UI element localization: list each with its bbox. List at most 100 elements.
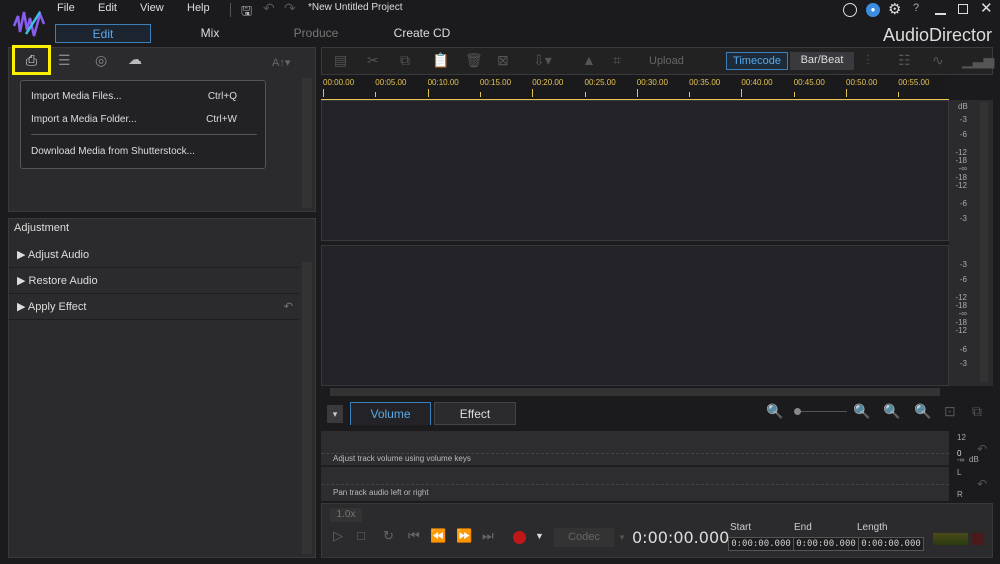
volume-hint: Adjust track volume using volume keys bbox=[333, 454, 471, 463]
apply-effect-item[interactable]: ▶ Apply Effect ↶ bbox=[9, 294, 299, 320]
waveform-track-right[interactable] bbox=[321, 245, 949, 386]
properties-icon[interactable]: ▤ bbox=[334, 52, 347, 69]
ruler-label: 00:35.00 bbox=[689, 78, 721, 87]
rewind-button[interactable]: ⏪ bbox=[430, 528, 446, 544]
download-web-icon[interactable]: ◎ bbox=[95, 52, 107, 69]
db-label: -6 bbox=[959, 130, 967, 139]
label: Adjust Audio bbox=[27, 249, 90, 261]
zoom-in-icon[interactable]: 🔍 bbox=[853, 403, 870, 420]
reset-icon[interactable]: ↶ bbox=[284, 294, 293, 320]
db-label: -3 bbox=[959, 359, 967, 368]
divider bbox=[230, 3, 231, 17]
codec-button[interactable]: Codec bbox=[554, 528, 614, 547]
slider-thumb[interactable] bbox=[794, 408, 801, 415]
previous-button[interactable]: ⏮ bbox=[408, 528, 420, 544]
cloud-icon[interactable]: ☁ bbox=[128, 51, 142, 68]
ruler-label: 00:25.00 bbox=[584, 78, 616, 87]
zoom-vertical-in-icon[interactable]: 🔍 bbox=[883, 403, 900, 420]
vertical-scrollbar[interactable] bbox=[980, 102, 988, 382]
next-button[interactable]: ⏭ bbox=[482, 528, 494, 544]
play-button[interactable]: ▷ bbox=[333, 528, 343, 544]
start-time-field[interactable]: 0:00:00.000 bbox=[728, 537, 794, 551]
library-scrollbar[interactable] bbox=[302, 78, 312, 208]
paste-icon[interactable]: 📋 bbox=[432, 52, 449, 69]
pan-hint: Pan track audio left or right bbox=[333, 488, 429, 497]
loop-button[interactable]: ↻ bbox=[383, 528, 394, 544]
volume-scale-low: -∞ bbox=[957, 457, 965, 464]
ruler-tick bbox=[846, 89, 847, 97]
ruler-tick bbox=[479, 92, 481, 97]
settings-icon[interactable]: ⚙ bbox=[888, 0, 901, 18]
tab-edit[interactable]: Edit bbox=[55, 24, 151, 43]
maximize-button[interactable] bbox=[958, 4, 968, 14]
fast-forward-button[interactable]: ⏩ bbox=[456, 528, 472, 544]
speed-button[interactable]: 1.0x bbox=[330, 508, 362, 522]
restore-audio-item[interactable]: ▶ Restore Audio bbox=[9, 268, 299, 294]
zoom-out-icon[interactable]: 🔍 bbox=[766, 403, 783, 420]
menu-file[interactable]: File bbox=[57, 2, 75, 14]
grid-icon[interactable]: ⌗ bbox=[613, 52, 621, 69]
menu-help[interactable]: Help bbox=[187, 2, 210, 14]
tab-create-cd[interactable]: Create CD bbox=[374, 24, 470, 43]
tab-effect[interactable]: Effect bbox=[434, 402, 516, 425]
redo-icon[interactable]: ↷ bbox=[284, 0, 296, 17]
end-time-field[interactable]: 0:00:00.000 bbox=[793, 537, 859, 551]
db-label: -∞ bbox=[958, 309, 967, 318]
barbeat-button[interactable]: Bar/Beat bbox=[790, 52, 854, 70]
timeline-ruler[interactable]: 00:00.00 00:05.00 00:10.00 00:15.00 00:20.00… bbox=[321, 75, 949, 100]
cut-icon[interactable]: ✂ bbox=[367, 52, 379, 69]
shortcut: Ctrl+Q bbox=[207, 91, 237, 102]
stop-button[interactable]: □ bbox=[357, 528, 365, 543]
menu-view[interactable]: View bbox=[140, 2, 164, 14]
length-time-field[interactable]: 0:00:00.000 bbox=[858, 537, 924, 551]
pan-left-label: L bbox=[957, 468, 962, 477]
import-media-button[interactable]: ⎙ bbox=[12, 45, 51, 75]
menu-edit[interactable]: Edit bbox=[98, 2, 117, 14]
codec-dropdown-icon[interactable]: ▼ bbox=[618, 533, 626, 542]
close-button[interactable]: ✕ bbox=[980, 0, 993, 17]
record-options-icon[interactable]: ▼ bbox=[535, 531, 544, 541]
record-button[interactable] bbox=[513, 531, 526, 544]
spectral-icon[interactable]: ☷ bbox=[898, 52, 911, 69]
spectrum-view-icon[interactable]: ▁▃▅ bbox=[962, 52, 994, 69]
font-size-button[interactable]: A↑▾ bbox=[272, 56, 290, 69]
waveform-icon[interactable]: ⫶ bbox=[866, 52, 870, 69]
zoom-slider[interactable] bbox=[794, 408, 847, 415]
project-title: *New Untitled Project bbox=[308, 2, 403, 13]
fit-icon[interactable]: ⊡ bbox=[944, 403, 956, 420]
zoom-vertical-out-icon[interactable]: 🔍 bbox=[914, 403, 931, 420]
import-list-icon[interactable]: ☰ bbox=[58, 52, 71, 69]
menu-item-import-files[interactable]: Import Media Files... bbox=[31, 91, 122, 102]
volume-reset-icon[interactable]: ↶ bbox=[977, 442, 987, 456]
tab-produce[interactable]: Produce bbox=[268, 24, 364, 43]
copy-icon[interactable]: ⧉ bbox=[400, 52, 410, 69]
length-label: Length bbox=[857, 522, 888, 533]
export-icon[interactable]: ⇩▾ bbox=[533, 52, 552, 69]
help-icon[interactable]: ? bbox=[913, 2, 919, 14]
upload-button[interactable]: Upload bbox=[649, 55, 684, 67]
expand-button[interactable]: ▾ bbox=[327, 405, 343, 423]
timecode-button[interactable]: Timecode bbox=[726, 52, 788, 70]
pan-reset-icon[interactable]: ↶ bbox=[977, 477, 987, 491]
account-icon[interactable] bbox=[843, 3, 857, 17]
save-icon[interactable]: 🖫 bbox=[241, 2, 252, 24]
waveform-track-left[interactable] bbox=[321, 100, 949, 241]
tab-mix[interactable]: Mix bbox=[162, 24, 258, 43]
burn-icon[interactable]: ▲ bbox=[582, 52, 596, 68]
delete-icon[interactable]: 🗑 bbox=[465, 52, 483, 69]
tab-volume[interactable]: Volume bbox=[350, 402, 431, 425]
shortcut: Ctrl+W bbox=[206, 114, 237, 125]
undo-icon[interactable]: ↶ bbox=[263, 0, 275, 17]
notification-icon[interactable]: ● bbox=[866, 3, 880, 17]
horizontal-scrollbar[interactable] bbox=[330, 388, 940, 396]
crop-icon[interactable]: ⊠ bbox=[497, 52, 509, 69]
menu-item-import-folder[interactable]: Import a Media Folder... bbox=[31, 114, 137, 125]
adjust-audio-item[interactable]: ▶ Adjust Audio bbox=[9, 242, 299, 268]
ruler-label: 00:50.00 bbox=[846, 78, 878, 87]
label: Apply Effect bbox=[27, 301, 87, 313]
menu-item-download-shutterstock[interactable]: Download Media from Shutterstock... bbox=[31, 146, 195, 157]
wave-view-icon[interactable]: ∿ bbox=[932, 52, 944, 69]
zoom-selection-icon[interactable]: ⧉ bbox=[972, 403, 982, 420]
minimize-button[interactable] bbox=[935, 13, 946, 15]
adjustment-scrollbar[interactable] bbox=[302, 262, 312, 554]
